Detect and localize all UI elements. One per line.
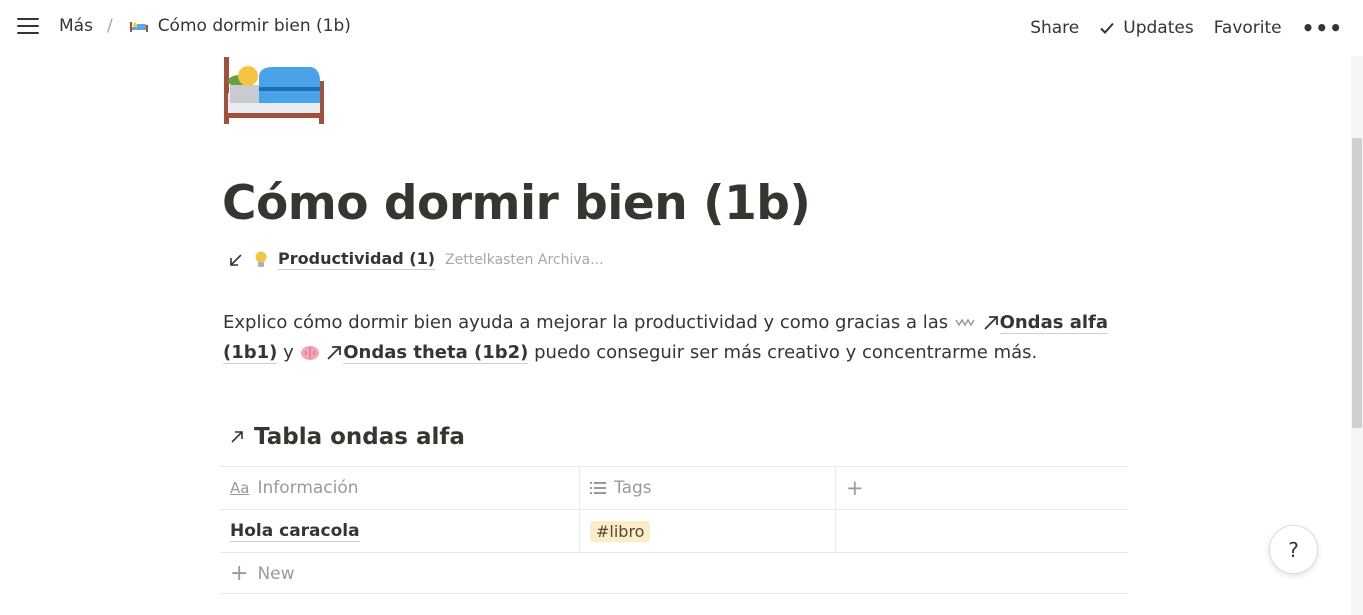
cell-informacion[interactable]: Hola caracola: [220, 510, 580, 552]
property-meta-text: Zettelkasten Archiva...: [445, 251, 604, 268]
arrow-down-left-icon: [230, 253, 242, 266]
updates-button[interactable]: Updates: [1099, 18, 1194, 38]
link-arrow-icon: [231, 431, 243, 443]
column-header-informacion[interactable]: Aa Información: [220, 467, 580, 509]
menu-icon[interactable]: [17, 18, 39, 38]
brain-icon: [300, 346, 319, 360]
paragraph-text-2: y: [277, 342, 300, 363]
check-icon: [1100, 22, 1115, 34]
paragraph-text-3: puedo conseguir ser más creativo y conce…: [528, 342, 1038, 363]
lightbulb-icon: [255, 251, 267, 267]
text-property-icon: Aa: [230, 479, 250, 497]
column-header-label: Tags: [614, 478, 652, 498]
list-icon: [590, 482, 606, 494]
breadcrumb-separator: /: [106, 16, 113, 36]
link-arrow-icon: [327, 346, 342, 360]
bed-icon: [129, 22, 148, 32]
paragraph-text-1: Explico cómo dormir bien ayuda a mejorar…: [223, 312, 954, 333]
updates-label: Updates: [1123, 18, 1194, 38]
plus-icon: +: [230, 561, 249, 586]
help-button[interactable]: ?: [1269, 525, 1318, 574]
bed-icon[interactable]: [223, 57, 326, 125]
page-title[interactable]: Cómo dormir bien (1b): [222, 176, 811, 231]
breadcrumb: Más / Cómo dormir bien (1b): [59, 16, 351, 36]
breadcrumb-page-label: Cómo dormir bien (1b): [157, 16, 351, 36]
cell-empty[interactable]: [836, 510, 1128, 552]
add-new-row-button[interactable]: + New: [220, 553, 295, 595]
wave-icon: [955, 318, 975, 327]
column-header-tags[interactable]: Tags: [580, 467, 836, 509]
link-arrow-icon: [983, 316, 998, 330]
row-name[interactable]: Hola caracola: [230, 521, 360, 542]
table-row[interactable]: Hola caracola #libro: [220, 509, 1128, 552]
database-title[interactable]: Tabla ondas alfa: [229, 424, 465, 450]
database-title-label: Tabla ondas alfa: [254, 424, 465, 450]
add-column-button[interactable]: +: [836, 467, 1128, 509]
new-row[interactable]: + New: [220, 552, 1128, 594]
share-button[interactable]: Share: [1030, 18, 1079, 38]
database-table: Aa Información Tags + Hola caracola #lib…: [220, 466, 1128, 594]
body-paragraph: Explico cómo dormir bien ayuda a mejorar…: [223, 308, 1123, 368]
breadcrumb-root[interactable]: Más: [59, 16, 93, 36]
top-actions: Share Updates Favorite •••: [1010, 16, 1343, 40]
table-header-row: Aa Información Tags +: [220, 466, 1128, 509]
tag-badge: #libro: [590, 520, 651, 542]
more-options-icon[interactable]: •••: [1302, 16, 1343, 40]
plus-icon: +: [846, 475, 864, 500]
breadcrumb-current-page[interactable]: Cómo dormir bien (1b): [129, 16, 351, 36]
scrollbar-thumb[interactable]: [1352, 138, 1362, 428]
cell-tags[interactable]: #libro: [580, 510, 836, 552]
column-header-label: Información: [257, 478, 359, 498]
relation-property: Productividad (1) Zettelkasten Archiva..…: [228, 249, 604, 270]
favorite-button[interactable]: Favorite: [1214, 18, 1282, 38]
ondas-theta-link[interactable]: Ondas theta (1b2): [343, 342, 529, 364]
top-bar: Más / Cómo dormir bien (1b) Share Update…: [0, 0, 1363, 56]
productividad-link[interactable]: Productividad (1): [278, 249, 436, 270]
new-row-label: New: [257, 564, 295, 584]
